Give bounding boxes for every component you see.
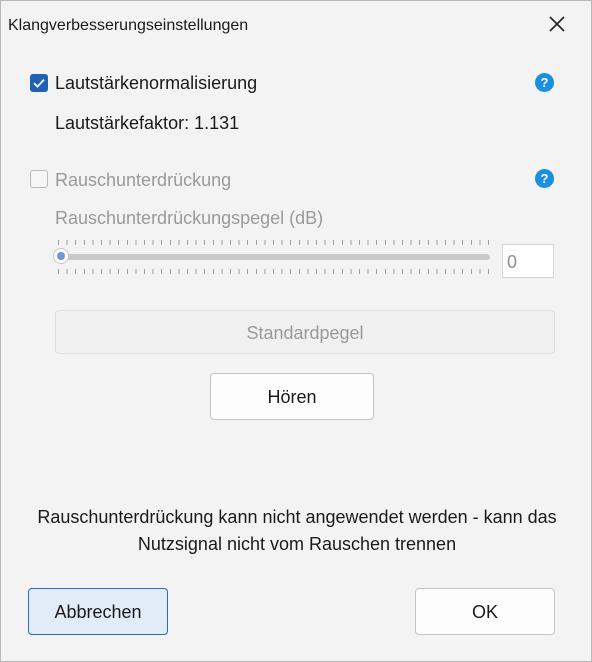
noise-reduction-label[interactable]: Rauschunterdrückung: [55, 170, 231, 191]
slider-thumb[interactable]: [53, 248, 69, 264]
noise-reduction-help-icon[interactable]: ?: [535, 169, 554, 188]
dialog-title: Klangverbesserungseinstellungen: [8, 17, 249, 34]
sound-enhancement-dialog: Klangverbesserungseinstellungen Lautstär…: [0, 0, 592, 662]
cancel-button[interactable]: Abbrechen: [28, 588, 168, 635]
ok-button[interactable]: OK: [415, 588, 555, 635]
slider-ticks-top: [58, 240, 492, 245]
noise-level-label: Rauschunterdrückungspegel (dB): [55, 208, 324, 228]
slider-track: [60, 254, 490, 260]
status-message: Rauschunterdrückung kann nicht angewende…: [37, 507, 557, 554]
normalization-checkbox[interactable]: [30, 74, 48, 92]
volume-factor-text: Lautstärkefaktor: 1.131: [55, 113, 240, 133]
default-level-button[interactable]: Standardpegel: [55, 310, 555, 354]
noise-reduction-checkbox[interactable]: [30, 170, 48, 188]
normalization-help-icon[interactable]: ?: [535, 73, 554, 92]
normalization-label[interactable]: Lautstärkenormalisierung: [55, 73, 257, 94]
noise-level-input[interactable]: 0: [502, 244, 554, 278]
checkmark-icon: [33, 78, 45, 88]
listen-button[interactable]: Hören: [210, 373, 374, 420]
slider-ticks-bottom: [58, 269, 492, 274]
noise-level-slider[interactable]: [53, 238, 492, 274]
close-icon[interactable]: [544, 11, 570, 37]
